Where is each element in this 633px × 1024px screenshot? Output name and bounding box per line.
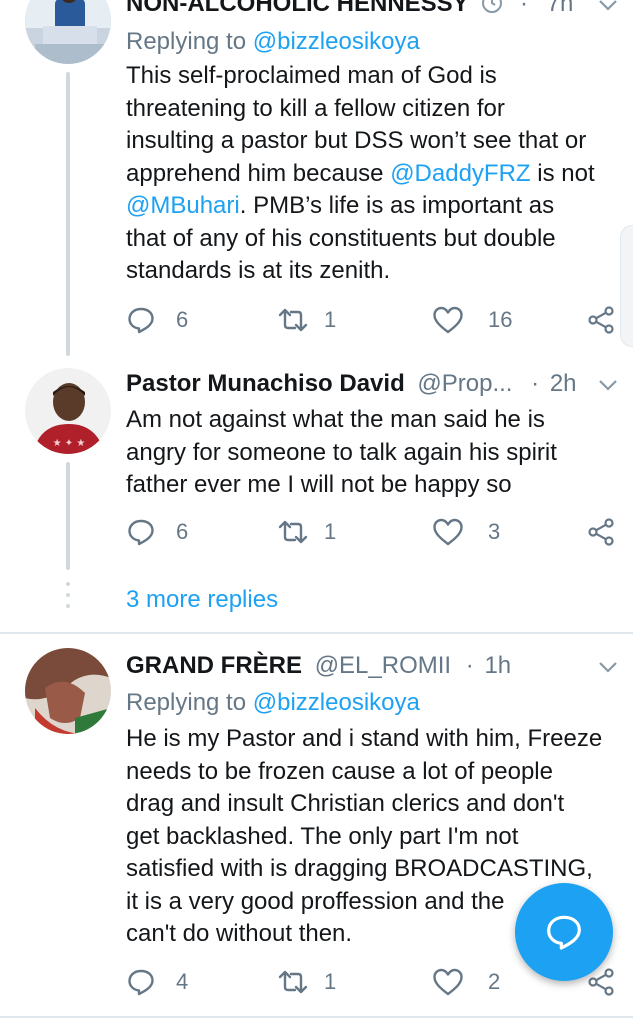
- chevron-down-icon[interactable]: [595, 372, 621, 398]
- share-icon: [588, 518, 614, 546]
- share-button[interactable]: [586, 512, 616, 552]
- text-line: drag and insult Christian clerics and do…: [126, 790, 565, 817]
- thread-line: [66, 72, 70, 356]
- show-more-replies-link[interactable]: 3 more replies: [126, 584, 278, 616]
- author-name[interactable]: GRAND FRÈRE: [126, 652, 302, 679]
- reply-count: 6: [176, 519, 189, 544]
- compose-reply-button[interactable]: [515, 883, 613, 981]
- reply-button[interactable]: 4: [126, 962, 188, 1002]
- tweet-actions: 6 1 16: [126, 300, 633, 340]
- divider: [0, 1016, 633, 1018]
- text-line: apprehend him because @DaddyFRZ is not: [126, 159, 595, 187]
- replying-mention[interactable]: @bizzleosikoya: [253, 28, 420, 55]
- author-handle[interactable]: @EL_ROMII: [315, 652, 451, 679]
- heart-icon: [433, 306, 463, 334]
- text-line: This self-proclaimed man of God is: [126, 62, 497, 89]
- reply-count: 4: [176, 969, 189, 994]
- text-line: get backlashed. The only part I'm not: [126, 822, 519, 850]
- tweet-actions: 6 1 3: [126, 512, 633, 552]
- avatar[interactable]: ★ ✦ ★: [25, 368, 111, 454]
- like-count: 16: [488, 307, 513, 332]
- like-button[interactable]: 16: [432, 300, 512, 340]
- text-line: standards is at its zenith.: [126, 257, 391, 284]
- text-line: father ever me I will not be happy so: [126, 471, 512, 498]
- text-line: He is my Pastor and i stand with him, Fr…: [126, 725, 603, 752]
- text-line: needs to be frozen cause a lot of people: [126, 757, 553, 785]
- scrollbar[interactable]: [620, 225, 633, 347]
- tweet-time[interactable]: 1h: [484, 652, 511, 679]
- chevron-down-icon[interactable]: [595, 654, 621, 680]
- author-name[interactable]: NON-ALCOHOLIC HENNESSY: [126, 0, 469, 17]
- thread-dots: [66, 582, 70, 616]
- thread-line: [66, 462, 70, 570]
- like-button[interactable]: 2: [432, 962, 500, 1002]
- mention-link[interactable]: @DaddyFRZ: [390, 160, 530, 187]
- text-line: threatening to kill a fellow citizen for: [126, 94, 505, 122]
- share-icon: [588, 306, 614, 334]
- replying-to: Replying to @bizzleosikoya: [126, 25, 420, 59]
- svg-text:★ ✦ ★: ★ ✦ ★: [53, 438, 86, 449]
- like-count: 2: [488, 969, 501, 994]
- retweet-button[interactable]: 1: [276, 512, 336, 552]
- text-line: Am not against what the man said he is: [126, 406, 545, 433]
- retweet-icon: [278, 970, 308, 994]
- reply-button[interactable]: 6: [126, 300, 188, 340]
- tweet-header: Pastor Munachiso David @Prop... · 2h: [126, 366, 633, 402]
- avatar[interactable]: [25, 648, 111, 734]
- retweet-button[interactable]: 1: [276, 962, 336, 1002]
- tweet-header: NON-ALCOHOLIC HENNESSY · 7h: [126, 0, 633, 22]
- replying-prefix: Replying to: [126, 28, 253, 55]
- replying-to: Replying to @bizzleosikoya: [126, 686, 420, 720]
- replying-mention[interactable]: @bizzleosikoya: [253, 689, 420, 716]
- compose-reply-icon: [547, 915, 581, 950]
- retweet-count: 1: [324, 307, 337, 332]
- tweet-time[interactable]: 2h: [550, 370, 577, 397]
- like-count: 3: [488, 519, 501, 544]
- text-line: that of any of his constituents but doub…: [126, 224, 556, 252]
- avatar[interactable]: [25, 0, 111, 64]
- tweet-2[interactable]: ★ ✦ ★ Pastor Munachiso David @Prop... · …: [0, 360, 633, 570]
- author-handle[interactable]: @Prop...: [417, 370, 512, 397]
- divider: [0, 632, 633, 634]
- tweet-time[interactable]: 7h: [547, 0, 574, 17]
- text-line: insulting a pastor but DSS won’t see tha…: [126, 127, 587, 154]
- mention-link[interactable]: @MBuhari: [126, 192, 240, 219]
- retweet-icon: [278, 308, 308, 332]
- tweet-text: Am not against what the man said he is a…: [126, 404, 616, 502]
- share-button[interactable]: [586, 300, 616, 340]
- separator-dot: ·: [520, 0, 529, 17]
- text-line: @MBuhari. PMB’s life is as important as: [126, 192, 555, 219]
- heart-icon: [433, 518, 463, 546]
- replying-prefix: Replying to: [126, 689, 253, 716]
- retweet-count: 1: [324, 969, 337, 994]
- like-button[interactable]: 3: [432, 512, 500, 552]
- retweet-count: 1: [324, 519, 337, 544]
- tweet-header: GRAND FRÈRE @EL_ROMII · 1h: [126, 648, 633, 684]
- reply-icon: [128, 307, 154, 334]
- clock-icon: [482, 0, 503, 13]
- text-line: satisfied with is dragging BROADCASTING,: [126, 855, 593, 882]
- separator-dot: ·: [465, 652, 474, 679]
- reply-icon: [128, 519, 154, 546]
- heart-icon: [433, 968, 463, 996]
- author-name[interactable]: Pastor Munachiso David: [126, 370, 405, 397]
- tweet-text: This self-proclaimed man of God is threa…: [126, 60, 616, 288]
- reply-icon: [128, 969, 154, 996]
- retweet-icon: [278, 520, 308, 544]
- separator-dot: ·: [531, 370, 540, 397]
- tweet-1[interactable]: NON-ALCOHOLIC HENNESSY · 7h Replying to …: [0, 0, 633, 356]
- retweet-button[interactable]: 1: [276, 300, 336, 340]
- reply-count: 6: [176, 307, 189, 332]
- text-line: angry for someone to talk again his spir…: [126, 438, 557, 466]
- reply-button[interactable]: 6: [126, 512, 188, 552]
- chevron-down-icon[interactable]: [595, 0, 621, 18]
